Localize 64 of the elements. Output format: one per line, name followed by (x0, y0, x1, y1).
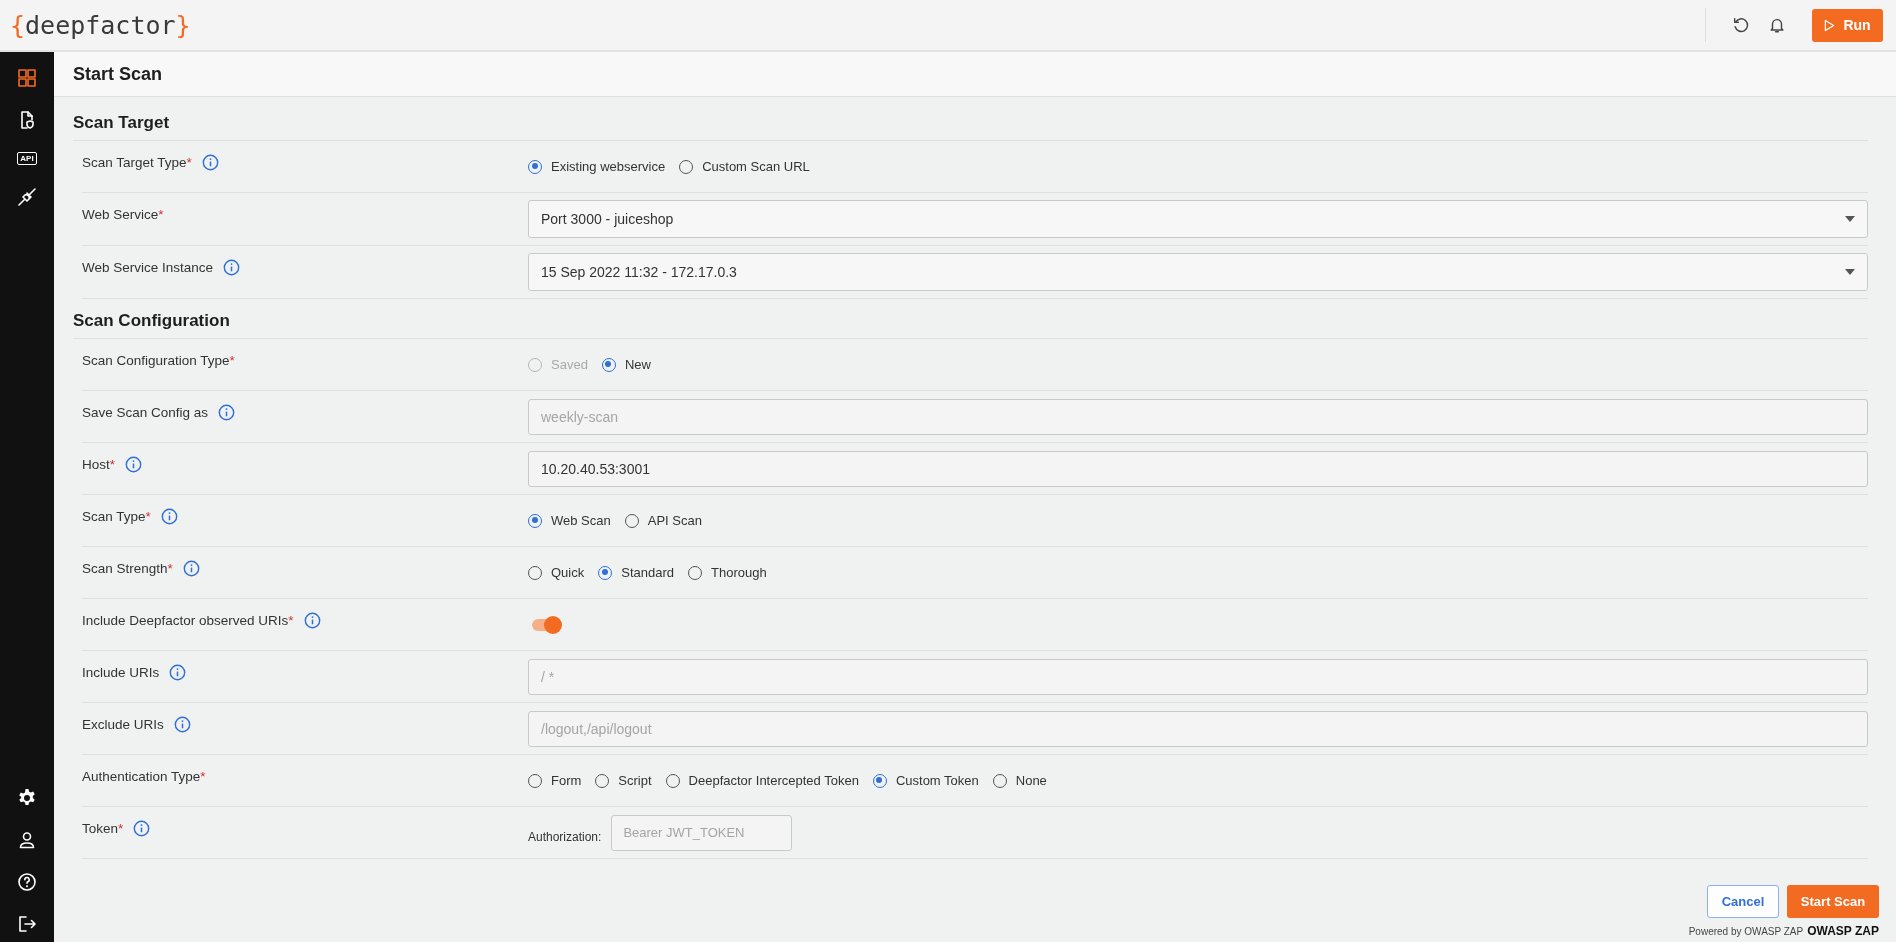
dropdown[interactable]: Port 3000 - juiceshop (528, 200, 1868, 238)
section-heading: Scan Target (73, 97, 1868, 141)
field-label: Save Scan Config as (82, 405, 209, 420)
help-icon[interactable] (17, 872, 37, 892)
info-icon[interactable] (160, 508, 178, 525)
info-icon[interactable] (223, 259, 241, 276)
caret-icon (1845, 216, 1855, 222)
field-label: Scan Type* (82, 509, 151, 524)
refresh-icon[interactable] (1732, 16, 1750, 34)
radio-option[interactable]: Form (528, 773, 582, 788)
bell-icon[interactable] (1768, 16, 1786, 34)
field-label: Include Deepfactor observed URIs* (82, 613, 294, 628)
radio-option[interactable]: Thorough (688, 565, 767, 580)
info-icon[interactable] (173, 716, 191, 733)
info-icon[interactable] (303, 612, 321, 629)
radio-option[interactable]: Deepfactor Intercepted Token (665, 773, 859, 788)
input-field[interactable]: weekly-scan (528, 398, 1868, 435)
radio-option[interactable]: API Scan (624, 513, 702, 528)
field-label: Scan Configuration Type* (82, 353, 235, 368)
input-field[interactable]: / * (528, 658, 1868, 695)
info-icon[interactable] (182, 560, 200, 577)
plug-icon[interactable] (17, 187, 37, 207)
dropdown[interactable]: 15 Sep 2022 11:32 - 172.17.0.3 (528, 253, 1868, 291)
field-label: Scan Strength* (82, 561, 173, 576)
radio-option[interactable]: New (601, 357, 651, 372)
info-icon[interactable] (133, 820, 151, 837)
radio-option[interactable]: Quick (528, 565, 585, 580)
field-label: Web Service Instance (82, 260, 214, 275)
settings-icon[interactable] (17, 788, 37, 808)
radio-option[interactable]: Existing webservice (528, 159, 666, 174)
deepfactor-logo: {deepfactor} (10, 10, 191, 40)
field-label: Authorization: (528, 829, 602, 844)
field-label: Token* (82, 821, 124, 836)
field-label: Exclude URIs (82, 717, 164, 732)
info-icon[interactable] (201, 154, 219, 171)
radio-option[interactable]: Script (595, 773, 652, 788)
input-field[interactable]: Bearer JWT_TOKEN (611, 814, 793, 851)
radio-option[interactable]: Standard (598, 565, 674, 580)
field-label: Authentication Type* (82, 769, 206, 784)
radio-option[interactable]: Custom Token (872, 773, 979, 788)
user-icon[interactable] (17, 830, 37, 850)
field-label: Web Service* (82, 207, 164, 222)
info-icon[interactable] (218, 404, 236, 421)
field-label: Host* (82, 457, 116, 472)
powered-by-text: Powered by OWASP ZAP (1688, 926, 1804, 937)
field-label: Include URIs (82, 665, 160, 680)
input-field[interactable]: 10.20.40.53:3001 (528, 450, 1868, 487)
input-field[interactable]: /logout,/api/logout (528, 710, 1868, 747)
caret-icon (1845, 269, 1855, 275)
play-icon (1824, 18, 1836, 32)
radio-option[interactable]: Web Scan (528, 513, 611, 528)
grid-icon[interactable] (17, 68, 37, 88)
logout-icon[interactable] (17, 914, 37, 934)
toggle-switch[interactable] (532, 618, 560, 631)
radio-option[interactable]: None (992, 773, 1047, 788)
field-label: Scan Target Type* (82, 155, 192, 170)
radio-option[interactable]: Custom Scan URL (679, 159, 810, 174)
section-heading: Scan Configuration (73, 299, 1868, 339)
page-title: Start Scan (73, 63, 163, 85)
owasp-zap-logo: OWASP ZAP (1807, 924, 1879, 938)
info-icon[interactable] (125, 456, 143, 473)
cancel-button[interactable]: Cancel (1707, 885, 1779, 918)
api-icon[interactable]: API (17, 152, 37, 165)
info-icon[interactable] (169, 664, 187, 681)
